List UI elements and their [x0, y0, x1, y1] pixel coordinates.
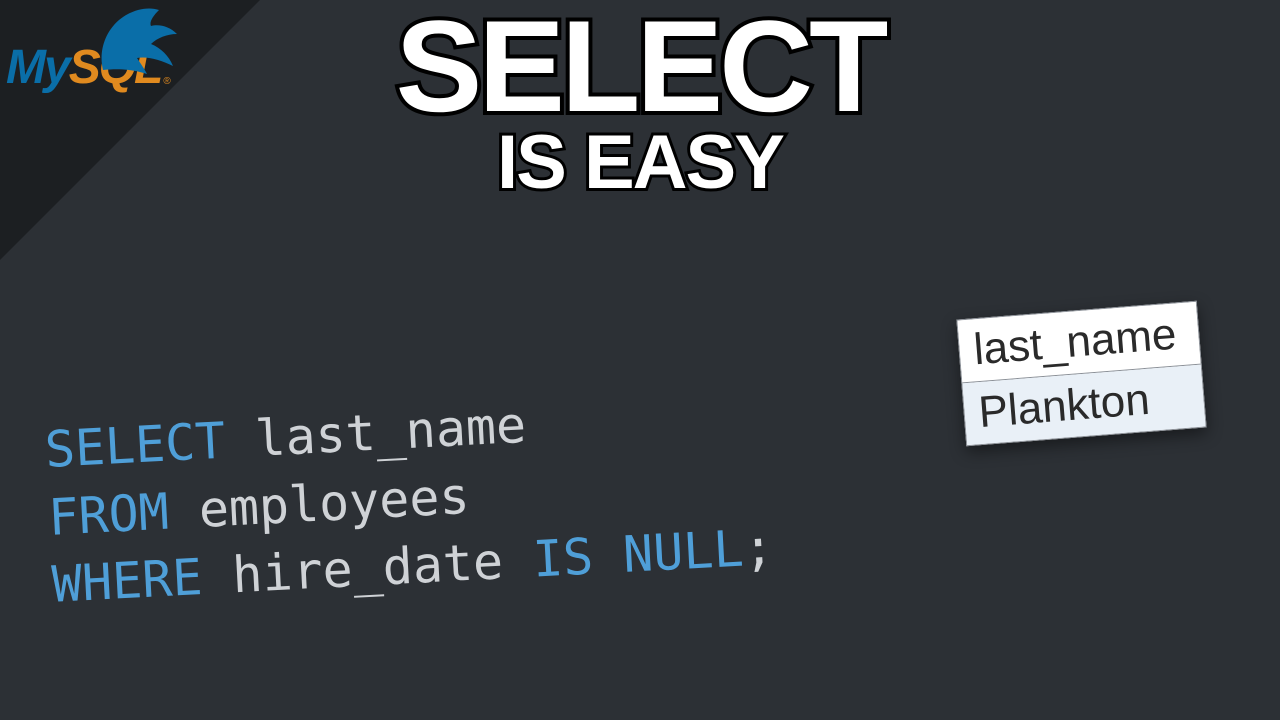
result-table: last_name Plankton	[956, 301, 1206, 447]
keyword-where: WHERE	[50, 548, 203, 614]
title-sub: IS EASY	[0, 119, 1280, 206]
keyword-from: FROM	[47, 482, 170, 546]
sql-code-block: SELECT last_name FROM employees WHERE hi…	[43, 379, 775, 619]
code-semicolon: ;	[742, 518, 775, 577]
code-column: last_name	[224, 396, 528, 470]
code-condition-column: hire_date	[201, 531, 535, 606]
code-table: employees	[167, 466, 471, 540]
title-block: SELECT IS EASY	[0, 8, 1280, 206]
title-main: SELECT	[0, 8, 1280, 125]
keyword-select: SELECT	[43, 412, 226, 479]
keyword-isnull: IS NULL	[531, 520, 744, 589]
